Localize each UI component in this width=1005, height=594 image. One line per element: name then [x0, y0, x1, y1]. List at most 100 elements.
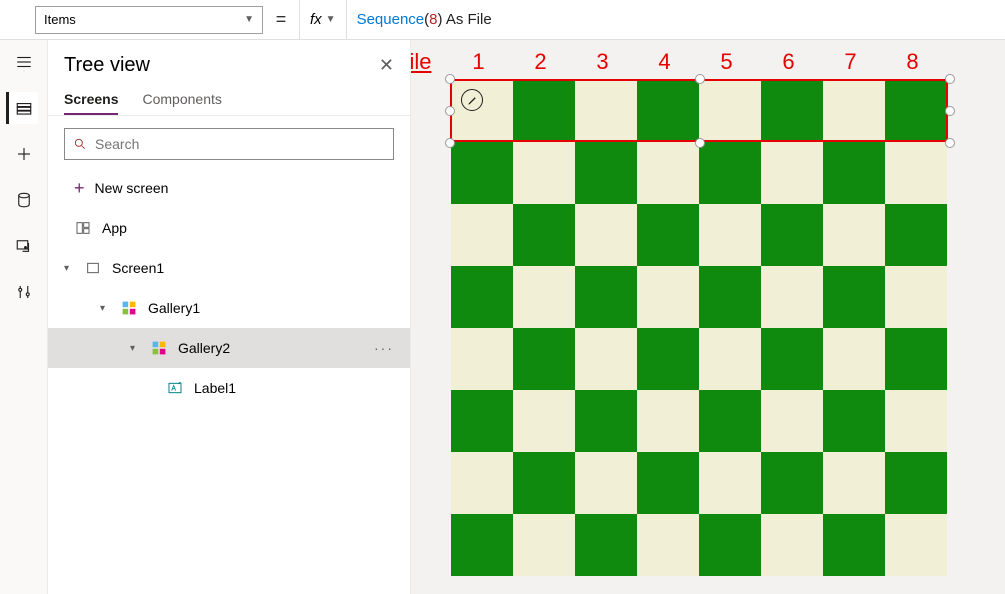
board-square [637, 390, 699, 452]
annotation-col: 6 [757, 49, 819, 75]
board-square [513, 142, 575, 204]
tools-icon[interactable] [8, 276, 40, 308]
tree-screen1-label: Screen1 [112, 260, 164, 276]
search-field[interactable] [95, 136, 385, 152]
board-square [513, 204, 575, 266]
chevron-down-icon: ▾ [100, 303, 110, 314]
board-square [513, 452, 575, 514]
board-square [761, 204, 823, 266]
label-icon [166, 379, 184, 397]
board-square [699, 452, 761, 514]
close-icon[interactable]: ✕ [379, 55, 394, 76]
tree-title: Tree view [64, 54, 150, 77]
tree-gallery1[interactable]: ▾ Gallery1 [48, 288, 410, 328]
fx-dropdown[interactable]: fx ▼ [299, 0, 347, 39]
board-square [885, 142, 947, 204]
tree-gallery1-label: Gallery1 [148, 300, 200, 316]
gallery-icon [150, 339, 168, 357]
board-square [885, 514, 947, 576]
board-square [451, 142, 513, 204]
resize-handle[interactable] [445, 106, 455, 116]
data-icon[interactable] [8, 184, 40, 216]
board-square [823, 514, 885, 576]
resize-handle[interactable] [945, 74, 955, 84]
board-square [513, 266, 575, 328]
resize-handle[interactable] [695, 74, 705, 84]
chevron-down-icon: ▾ [130, 343, 140, 354]
tree-label1-label: Label1 [194, 380, 236, 396]
board-square [761, 514, 823, 576]
search-input[interactable] [64, 128, 394, 160]
chevron-down-icon: ▼ [244, 14, 254, 25]
tree-view-icon[interactable] [6, 92, 38, 124]
annotation-col: 4 [633, 49, 695, 75]
board-square [575, 514, 637, 576]
annotation-col: 1 [447, 49, 509, 75]
tree-label1[interactable]: Label1 [48, 368, 410, 408]
board-square [823, 142, 885, 204]
more-icon[interactable]: ··· [374, 340, 394, 356]
board-square [637, 514, 699, 576]
board-square [451, 266, 513, 328]
resize-handle[interactable] [445, 74, 455, 84]
tree-screen1[interactable]: ▾ Screen1 [48, 248, 410, 288]
board-square [885, 452, 947, 514]
resize-handle[interactable] [945, 138, 955, 148]
board-square [823, 328, 885, 390]
board-square [513, 328, 575, 390]
board-square [637, 328, 699, 390]
annotation-col: 2 [509, 49, 571, 75]
board-square [885, 204, 947, 266]
hamburger-icon[interactable] [8, 46, 40, 78]
resize-handle[interactable] [445, 138, 455, 148]
property-dropdown[interactable]: Items ▼ [35, 6, 263, 34]
tree-gallery2[interactable]: ▾ Gallery2 ··· [48, 328, 410, 368]
annotation-col: 7 [819, 49, 881, 75]
board-square [885, 390, 947, 452]
edit-pencil-icon[interactable] [461, 89, 483, 111]
canvas[interactable]: File12345678 [411, 40, 1005, 594]
fx-icon: fx [310, 11, 322, 28]
screen-icon [84, 259, 102, 277]
board-square [451, 390, 513, 452]
board-square [575, 142, 637, 204]
board-square [823, 390, 885, 452]
annotation-col: 3 [571, 49, 633, 75]
board-square [885, 266, 947, 328]
board-square [575, 390, 637, 452]
board-square [699, 514, 761, 576]
formula-input[interactable]: Sequence(8) As File [347, 0, 1005, 39]
annotation-col: 5 [695, 49, 757, 75]
selection-rect[interactable] [450, 79, 948, 142]
board-square [699, 266, 761, 328]
gallery-icon [120, 299, 138, 317]
board-square [451, 452, 513, 514]
tab-components[interactable]: Components [142, 85, 221, 115]
resize-handle[interactable] [945, 106, 955, 116]
insert-icon[interactable] [8, 138, 40, 170]
resize-handle[interactable] [695, 138, 705, 148]
board-square [885, 328, 947, 390]
equals-label: = [263, 9, 299, 30]
board-square [513, 390, 575, 452]
left-rail [0, 40, 48, 594]
chevron-down-icon: ▾ [64, 263, 74, 274]
formula-fn: Sequence [357, 11, 425, 28]
board-square [761, 266, 823, 328]
board-square [761, 452, 823, 514]
tab-screens[interactable]: Screens [64, 85, 118, 115]
board-square [575, 452, 637, 514]
board-square [699, 204, 761, 266]
media-icon[interactable] [8, 230, 40, 262]
board-square [823, 204, 885, 266]
new-screen-label: New screen [95, 180, 169, 196]
plus-icon: + [74, 178, 85, 199]
board-square [699, 328, 761, 390]
new-screen-button[interactable]: + New screen [48, 168, 410, 208]
board-square [761, 142, 823, 204]
board-square [699, 142, 761, 204]
annotation-file-label: File [411, 49, 431, 75]
board-square [637, 142, 699, 204]
tree-panel: Tree view ✕ Screens Components + New scr… [48, 40, 411, 594]
tree-app[interactable]: App [48, 208, 410, 248]
